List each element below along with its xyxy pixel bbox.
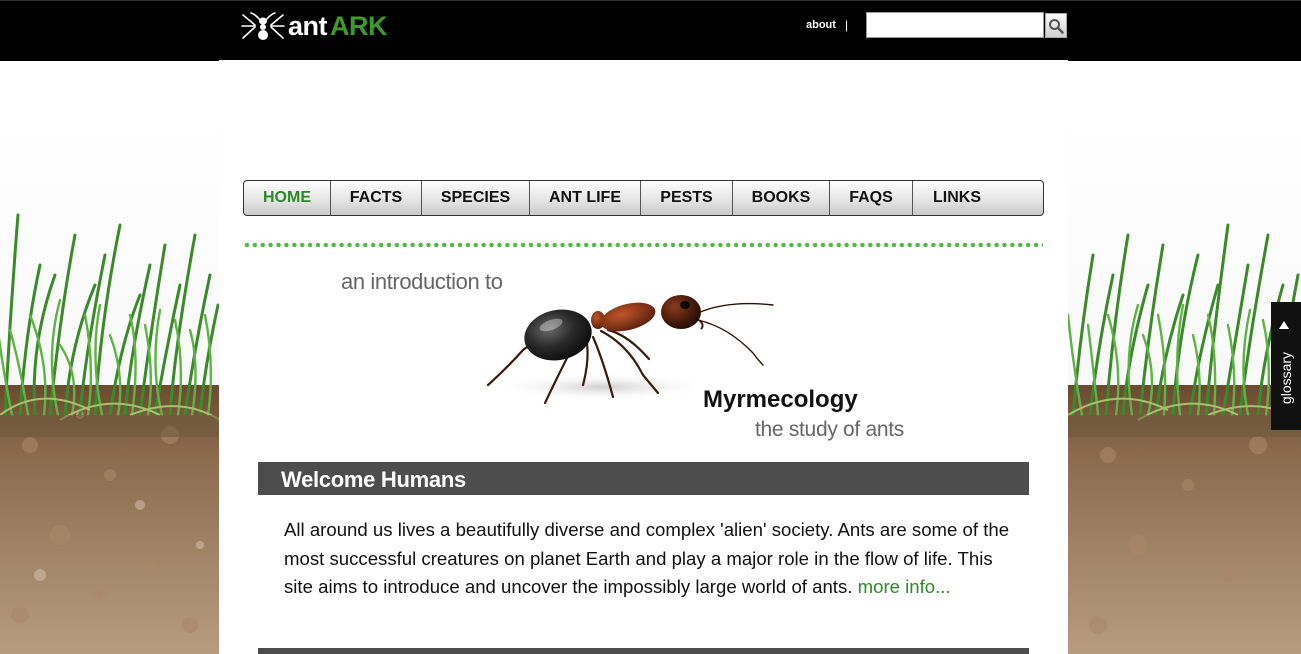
search-button[interactable] xyxy=(1045,13,1067,38)
grass-soil-background-right xyxy=(1068,115,1301,654)
header-separator: | xyxy=(845,18,849,32)
glossary-tab[interactable]: glossary xyxy=(1271,302,1301,430)
nav-item-ant-life[interactable]: ANT LIFE xyxy=(530,181,641,215)
magnifier-icon xyxy=(1049,18,1064,34)
ant-logo-icon xyxy=(241,12,285,40)
nav-item-species[interactable]: SPECIES xyxy=(422,181,530,215)
welcome-heading-bar: Welcome Humans xyxy=(258,462,1029,495)
hero-subtitle: the study of ants xyxy=(755,418,904,441)
logo-text-ant: ant xyxy=(288,11,328,41)
search-input[interactable] xyxy=(866,12,1044,38)
site-logo[interactable]: ant ARK xyxy=(241,10,388,42)
nav-item-home[interactable]: HOME xyxy=(244,181,331,215)
section-bar xyxy=(258,648,1029,654)
grass-soil-background-left xyxy=(0,115,220,654)
nav-item-pests[interactable]: PESTS xyxy=(641,181,733,215)
nav-item-books[interactable]: BOOKS xyxy=(733,181,830,215)
logo-text-ark: ARK xyxy=(330,11,388,41)
top-bar: ant ARK about | xyxy=(0,0,1301,61)
hero-title: Myrmecology xyxy=(703,386,858,413)
welcome-body: All around us lives a beautifully divers… xyxy=(284,516,1014,602)
more-info-link[interactable]: more info... xyxy=(858,576,951,597)
nav-item-links[interactable]: LINKS xyxy=(913,181,1001,215)
arrow-up-icon xyxy=(1279,321,1289,329)
nav-item-facts[interactable]: FACTS xyxy=(331,181,422,215)
welcome-title: Welcome Humans xyxy=(281,467,466,492)
main-content: HOME FACTS SPECIES ANT LIFE PESTS BOOKS … xyxy=(219,60,1068,654)
main-nav: HOME FACTS SPECIES ANT LIFE PESTS BOOKS … xyxy=(243,180,1044,216)
dotted-divider xyxy=(243,242,1043,248)
about-link[interactable]: about xyxy=(806,19,836,31)
glossary-label: glossary xyxy=(1278,351,1294,405)
nav-item-faqs[interactable]: FAQS xyxy=(830,181,913,215)
hero-banner: an introduction to Myrmecology the study… xyxy=(243,255,1043,455)
